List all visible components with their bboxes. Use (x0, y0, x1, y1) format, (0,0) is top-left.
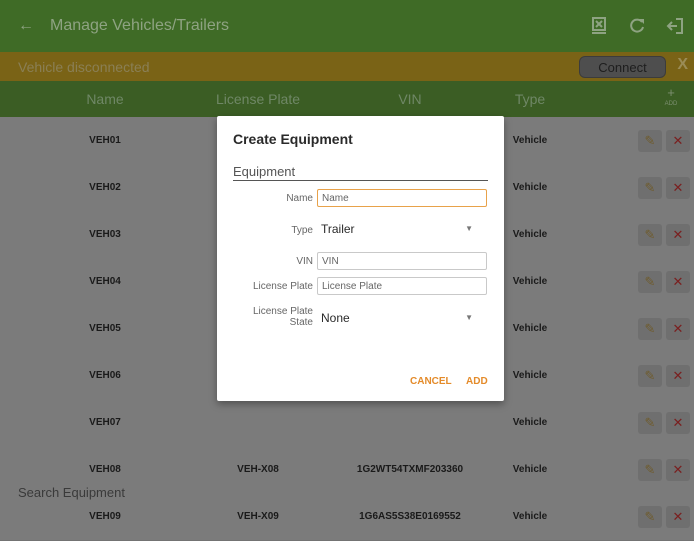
logout-icon[interactable] (660, 11, 690, 41)
connect-button[interactable]: Connect (579, 56, 666, 78)
license-plate-label: License Plate (252, 281, 313, 292)
edit-icon[interactable]: ✎ (638, 177, 662, 199)
vin-field[interactable]: VIN (317, 252, 487, 270)
row-name: VEH07 (89, 417, 121, 428)
row-plate (188, 399, 328, 446)
row-plate: VEH-X08 (237, 464, 279, 475)
license-plate-state-label-line2: State (289, 317, 313, 328)
name-field[interactable]: Name (317, 189, 487, 207)
license-plate-field[interactable]: License Plate (317, 277, 487, 295)
delete-icon[interactable]: ✕ (666, 130, 690, 152)
chevron-down-icon: ▼ (465, 224, 473, 233)
column-header-license-plate: License Plate (215, 91, 301, 107)
table-header: Name License Plate VIN Type + ADD (0, 81, 694, 117)
column-header-type: Type (514, 91, 546, 107)
row-vin: 1G6AS5S38E0169552 (359, 511, 461, 522)
plus-icon: + (667, 85, 675, 100)
column-header-vin: VIN (398, 91, 422, 107)
delete-icon[interactable]: ✕ (666, 506, 690, 528)
row-type: Vehicle (512, 511, 548, 522)
edit-icon[interactable]: ✎ (638, 224, 662, 246)
refresh-icon[interactable] (622, 11, 652, 41)
edit-icon[interactable]: ✎ (638, 459, 662, 481)
edit-icon[interactable]: ✎ (638, 318, 662, 340)
table-row[interactable]: VEH09 VEH-X09 1G6AS5S38E0169552 Vehicle … (0, 493, 694, 541)
row-name: VEH04 (89, 276, 121, 287)
row-name: VEH02 (89, 182, 121, 193)
chevron-down-icon: ▼ (465, 313, 473, 322)
column-header-name: Name (86, 91, 124, 107)
add-button[interactable]: + ADD (658, 85, 684, 109)
row-name: VEH05 (89, 323, 121, 334)
row-type: Vehicle (512, 464, 548, 475)
state-value: None (321, 311, 350, 325)
type-label: Type (291, 225, 313, 236)
row-vin (340, 399, 480, 446)
edit-icon[interactable]: ✎ (638, 506, 662, 528)
delete-icon[interactable]: ✕ (666, 271, 690, 293)
toolbar-actions (580, 0, 694, 52)
banner-message: Vehicle disconnected (18, 58, 150, 75)
create-equipment-dialog: Create Equipment Equipment Name Name Typ… (217, 116, 504, 401)
delete-icon[interactable]: ✕ (666, 412, 690, 434)
row-name: VEH01 (89, 135, 121, 146)
delete-icon[interactable]: ✕ (666, 318, 690, 340)
row-plate: VEH-X09 (237, 511, 279, 522)
add-equipment-button[interactable]: ADD (466, 376, 488, 387)
close-banner-button[interactable]: X (677, 56, 688, 74)
cancel-button[interactable]: CANCEL (410, 376, 452, 387)
search-input[interactable]: Search Equipment (18, 485, 125, 500)
edit-icon[interactable]: ✎ (638, 412, 662, 434)
delete-icon[interactable]: ✕ (666, 224, 690, 246)
connection-banner: Vehicle disconnected Connect X (0, 52, 694, 81)
license-plate-state-label-line1: License Plate (252, 306, 313, 317)
type-select[interactable]: Trailer ▼ (321, 219, 481, 239)
type-value: Trailer (321, 222, 355, 236)
row-name: VEH09 (89, 511, 121, 522)
dialog-title: Create Equipment (233, 131, 353, 147)
table-row[interactable]: VEH07 Vehicle ✎ ✕ (0, 399, 694, 447)
license-plate-state-select[interactable]: None ▼ (321, 308, 481, 328)
row-vin: 1G2WT54TXMF203360 (356, 464, 464, 475)
delete-icon[interactable]: ✕ (666, 459, 690, 481)
delete-icon[interactable]: ✕ (666, 365, 690, 387)
row-name: VEH03 (89, 229, 121, 240)
edit-icon[interactable]: ✎ (638, 130, 662, 152)
export-icon[interactable] (584, 11, 614, 41)
name-label: Name (286, 193, 313, 204)
page-title: Manage Vehicles/Trailers (50, 17, 230, 34)
edit-icon[interactable]: ✎ (638, 271, 662, 293)
section-heading: Equipment (233, 164, 488, 181)
row-name: VEH06 (89, 370, 121, 381)
row-type: Vehicle (512, 417, 548, 428)
app-bar: ← Manage Vehicles/Trailers (0, 0, 694, 52)
add-label: ADD (664, 101, 678, 107)
edit-icon[interactable]: ✎ (638, 365, 662, 387)
vin-label: VIN (296, 256, 313, 267)
arrow-back-icon[interactable]: ← (18, 17, 34, 35)
delete-icon[interactable]: ✕ (666, 177, 690, 199)
